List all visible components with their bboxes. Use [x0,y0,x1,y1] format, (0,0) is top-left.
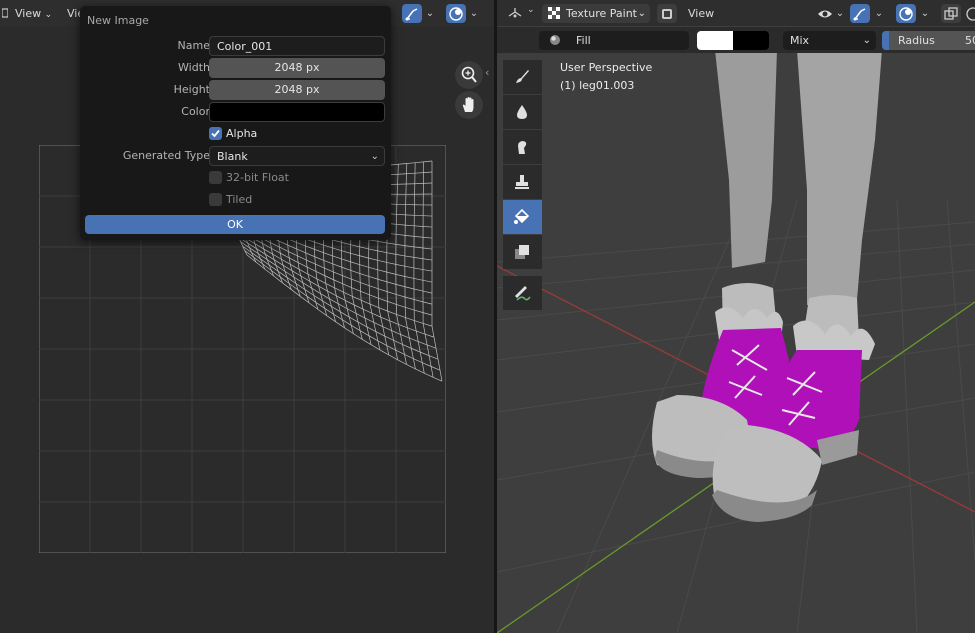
hand-icon [462,97,474,112]
generated-type-label: Generated Type [122,149,210,162]
primary-color-swatch[interactable] [697,31,733,50]
generated-type-value: Blank [217,150,248,163]
view-menu-3d[interactable]: View [685,5,717,22]
radius-value: 50 [965,34,975,47]
radius-label: Radius [898,34,935,47]
height-label: Height [173,83,210,96]
blender-window: View ⌄ Vie ⌄ ⌄ ‹ New Image Name Color_00… [0,0,975,633]
alpha-check-box[interactable] [209,127,222,140]
pan-gizmo[interactable] [455,91,483,119]
tool-fill[interactable] [503,200,542,234]
height-field[interactable]: 2048 px [209,80,385,100]
3d-viewport[interactable]: ⌄ Texture Paint ⌄ View ⌄ ⌄ ⌄ Fill Mix ⌄ … [497,0,975,633]
chevron-down-icon: ⌄ [370,151,379,162]
tiled-checkbox[interactable]: Tiled [209,192,309,208]
wireframe-icon [966,7,975,21]
canvas-icon [662,9,672,19]
shading-solid-toggle[interactable] [963,4,975,23]
alpha-checkbox[interactable]: Alpha [209,126,309,142]
mode-dropdown[interactable]: Texture Paint ⌄ [542,4,650,23]
color-label: Color [181,105,210,118]
gizmo-toggle[interactable] [850,4,870,23]
proportional-edit-toggle[interactable] [446,4,466,23]
chevron-down-icon: ⌄ [862,35,871,46]
viewport-editor-icon [508,8,522,18]
brush-name: Fill [576,34,591,47]
proportional-options-chevron[interactable]: ⌄ [467,5,481,22]
stamp-icon [515,175,529,189]
tool-clone[interactable] [503,165,542,199]
visibility-chevron[interactable]: ⌄ [833,5,847,22]
tool-annotate[interactable] [503,276,542,310]
tool-mask[interactable] [503,235,542,269]
tool-settings-header: Fill Mix ⌄ Radius 50 [497,27,975,53]
sidebar-toggle-chevron[interactable]: ‹ [485,66,489,79]
brush-icon [516,70,529,83]
width-field[interactable]: 2048 px [209,58,385,78]
proportional-edit-icon [449,7,463,21]
perspective-label: User Perspective [560,61,653,74]
overlay-icon [899,7,913,21]
gizmo-chevron[interactable]: ⌄ [872,5,886,22]
brush-selector[interactable]: Fill [539,31,689,50]
blend-mode-value: Mix [790,34,810,47]
annotate-pen-icon [515,286,531,301]
mode-label: Texture Paint [566,7,637,20]
canvas-toggle[interactable] [657,4,677,23]
tool-soften[interactable] [503,95,542,129]
snap-options-chevron[interactable]: ⌄ [423,5,437,22]
name-field[interactable]: Color_001 [209,36,385,56]
checkmark-icon [211,129,220,138]
view-menu-label: View [15,7,42,20]
viewport-scene [497,50,975,633]
zoom-gizmo[interactable] [455,61,483,89]
blend-mode-dropdown[interactable]: Mix ⌄ [783,31,876,50]
float-label: 32-bit Float [226,171,289,184]
dialog-title: New Image [87,14,149,27]
radius-slider[interactable]: Radius 50 [882,31,975,50]
viewport-header: ⌄ Texture Paint ⌄ View ⌄ ⌄ ⌄ [497,0,975,26]
eye-icon [818,10,832,18]
editor-type-dropdown-3d[interactable]: ⌄ [505,4,539,23]
xray-icon [944,7,958,20]
view-menu[interactable]: View ⌄ [12,5,55,22]
tiled-label: Tiled [226,193,253,206]
secondary-color-swatch[interactable] [733,31,769,50]
editor-type-icon [1,8,9,18]
mask-icon [515,245,529,259]
generated-type-dropdown[interactable]: Blank ⌄ [209,146,385,166]
texture-paint-icon [548,7,560,19]
new-image-dialog: New Image Name Color_001 Width 2048 px H… [80,6,391,240]
left-leg [715,50,777,268]
tiled-check-box[interactable] [209,193,222,206]
visibility-toggle[interactable] [815,4,835,23]
ok-button[interactable]: OK [85,215,385,234]
name-label: Name [177,39,210,52]
active-object-label: (1) leg01.003 [560,79,635,92]
fill-bucket-icon [514,208,530,224]
color-swatch[interactable] [209,102,385,122]
overlay-chevron[interactable]: ⌄ [918,5,932,22]
zoom-icon [461,66,477,83]
tool-smear[interactable] [503,130,542,164]
right-leg [797,50,882,305]
smear-icon [518,141,527,154]
xray-toggle[interactable] [941,4,961,23]
tool-draw[interactable] [503,60,542,94]
chevron-down-icon: ⌄ [637,8,646,19]
editor-type-dropdown[interactable] [0,5,11,22]
width-label: Width [178,61,210,74]
radius-fill [882,31,889,50]
snap-icon [405,8,418,21]
float-checkbox[interactable]: 32-bit Float [209,170,329,186]
snap-toggle[interactable] [402,4,422,23]
overlay-toggle[interactable] [896,4,916,23]
float-check-box[interactable] [209,171,222,184]
brush-sphere-icon [550,35,560,45]
drop-icon [517,105,527,119]
gizmo-icon [853,8,866,21]
alpha-label: Alpha [226,127,258,140]
